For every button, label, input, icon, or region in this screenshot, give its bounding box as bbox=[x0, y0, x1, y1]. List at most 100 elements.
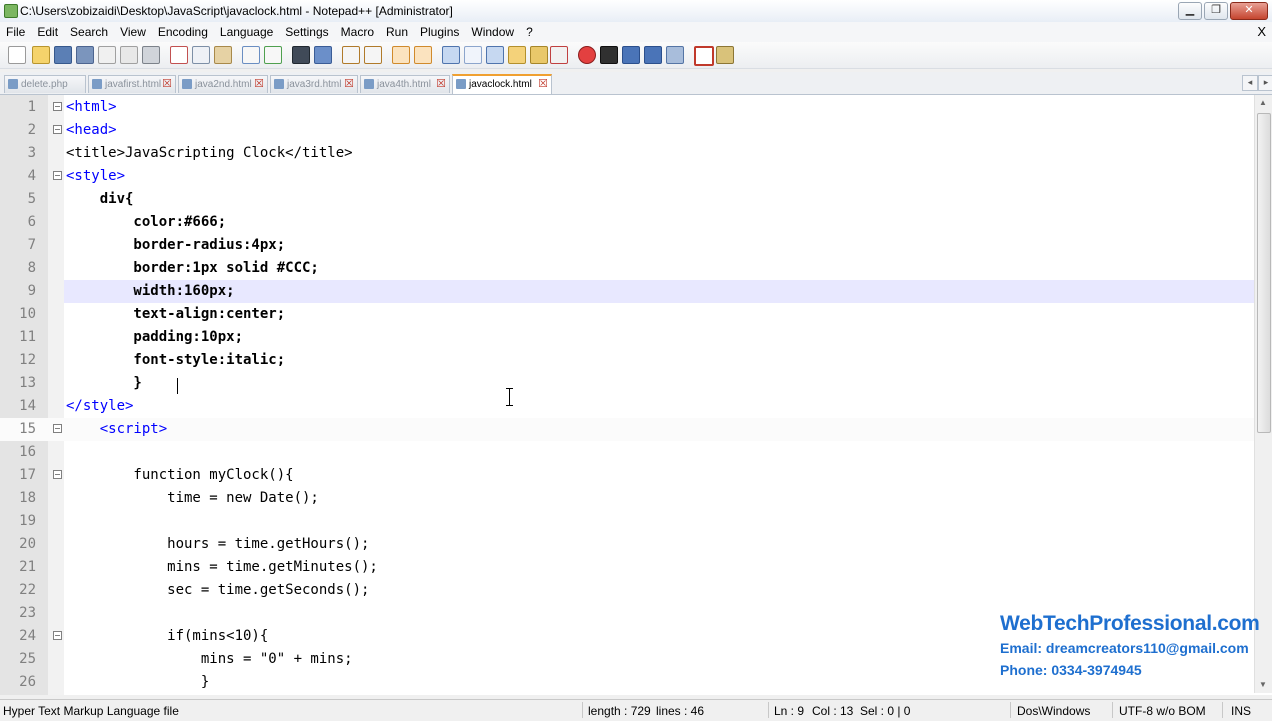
doc-map-icon[interactable] bbox=[530, 46, 548, 64]
close-tab-icon[interactable]: ☒ bbox=[344, 76, 354, 93]
fold-toggle-icon[interactable] bbox=[53, 470, 62, 479]
copy-icon[interactable] bbox=[192, 46, 210, 64]
status-column: Col : 13 bbox=[812, 704, 854, 718]
sync-vertical-icon[interactable] bbox=[392, 46, 410, 64]
watermark: WebTechProfessional.com Email: dreamcrea… bbox=[1000, 612, 1260, 678]
scroll-up-arrow-icon[interactable]: ▲ bbox=[1258, 98, 1268, 108]
run-macro-multiple-icon[interactable] bbox=[644, 46, 662, 64]
file-icon bbox=[92, 79, 102, 89]
close-icon[interactable] bbox=[98, 46, 116, 64]
open-file-icon[interactable] bbox=[32, 46, 50, 64]
fold-toggle-icon[interactable] bbox=[53, 125, 62, 134]
zoom-in-icon[interactable] bbox=[342, 46, 360, 64]
menu-macro[interactable]: Macro bbox=[341, 25, 374, 39]
record-macro-icon[interactable] bbox=[578, 46, 596, 64]
replace-icon[interactable] bbox=[314, 46, 332, 64]
maximize-button[interactable]: ❐ bbox=[1204, 2, 1228, 20]
status-separator bbox=[1010, 702, 1011, 718]
status-length: length : 729 bbox=[588, 704, 651, 718]
status-bar: Hyper Text Markup Language file length :… bbox=[0, 699, 1272, 721]
file-icon bbox=[8, 79, 18, 89]
scroll-down-arrow-icon[interactable]: ▼ bbox=[1258, 680, 1268, 690]
fold-toggle-icon[interactable] bbox=[53, 102, 62, 111]
tab-delete-php[interactable]: delete.php bbox=[4, 75, 86, 93]
menu-edit[interactable]: Edit bbox=[37, 25, 58, 39]
close-button[interactable]: ✕ bbox=[1230, 2, 1268, 20]
tab-java2nd-html[interactable]: java2nd.html ☒ bbox=[178, 75, 268, 93]
mouse-ibeam-cursor-icon bbox=[506, 388, 513, 406]
tab-javafirst-html[interactable]: javafirst.html ☒ bbox=[88, 75, 176, 93]
code-line: 17 function myClock(){ bbox=[19, 467, 294, 483]
code-line: 13 } bbox=[19, 375, 142, 391]
tab-java3rd-html[interactable]: java3rd.html ☒ bbox=[270, 75, 358, 93]
status-eol: Dos\Windows bbox=[1017, 704, 1091, 718]
plugin-icon[interactable] bbox=[716, 46, 734, 64]
status-selection: Sel : 0 | 0 bbox=[860, 704, 911, 718]
fold-toggle-icon[interactable] bbox=[53, 171, 62, 180]
scrollbar-thumb[interactable] bbox=[1257, 113, 1271, 433]
fold-toggle-icon[interactable] bbox=[53, 631, 62, 640]
play-macro-icon[interactable] bbox=[622, 46, 640, 64]
zoom-out-icon[interactable] bbox=[364, 46, 382, 64]
menu-search[interactable]: Search bbox=[70, 25, 108, 39]
window-title: C:\Users\zobizaidi\Desktop\JavaScript\ja… bbox=[20, 4, 453, 18]
close-tab-icon[interactable]: ☒ bbox=[436, 76, 446, 93]
status-filetype: Hyper Text Markup Language file bbox=[3, 704, 179, 718]
menu-view[interactable]: View bbox=[120, 25, 146, 39]
code-line: 10 text-align:center; bbox=[19, 306, 286, 322]
menu-plugins[interactable]: Plugins bbox=[420, 25, 459, 39]
status-separator bbox=[768, 702, 769, 718]
menu-file[interactable]: File bbox=[6, 25, 25, 39]
menu-encoding[interactable]: Encoding bbox=[158, 25, 208, 39]
code-line: 20 hours = time.getHours(); bbox=[19, 536, 370, 552]
close-all-icon[interactable] bbox=[120, 46, 138, 64]
tab-scroll-right-button[interactable]: ▸ bbox=[1258, 75, 1272, 91]
code-line: 3 <title>JavaScripting Clock</title> bbox=[27, 145, 353, 161]
code-line: 9 width:160px; bbox=[27, 283, 235, 299]
menu-settings[interactable]: Settings bbox=[285, 25, 328, 39]
spell-check-icon[interactable] bbox=[694, 46, 714, 66]
cut-icon[interactable] bbox=[170, 46, 188, 64]
vertical-scrollbar[interactable]: ▲ ▼ bbox=[1254, 95, 1272, 693]
print-icon[interactable] bbox=[142, 46, 160, 64]
function-list-icon[interactable] bbox=[550, 46, 568, 64]
code-line: 14 </style> bbox=[19, 398, 134, 414]
tab-java4th-html[interactable]: java4th.html ☒ bbox=[360, 75, 450, 93]
file-icon bbox=[456, 79, 466, 89]
close-tab-icon[interactable]: ☒ bbox=[162, 76, 172, 93]
window-controls: ▁ ❐ ✕ bbox=[1178, 2, 1268, 20]
user-language-icon[interactable] bbox=[508, 46, 526, 64]
save-all-icon[interactable] bbox=[76, 46, 94, 64]
sync-horizontal-icon[interactable] bbox=[414, 46, 432, 64]
stop-record-icon[interactable] bbox=[600, 46, 618, 64]
tab-scroll-left-button[interactable]: ◂ bbox=[1242, 75, 1258, 91]
code-editor[interactable]: 1 <html> 2 <head> 3 <title>JavaScripting… bbox=[0, 95, 1272, 695]
fold-toggle-icon[interactable] bbox=[53, 424, 62, 433]
find-icon[interactable] bbox=[292, 46, 310, 64]
indent-guide-icon[interactable] bbox=[486, 46, 504, 64]
undo-icon[interactable] bbox=[242, 46, 260, 64]
file-icon bbox=[182, 79, 192, 89]
new-file-icon[interactable] bbox=[8, 46, 26, 64]
minimize-button[interactable]: ▁ bbox=[1178, 2, 1202, 20]
code-line: 1 <html> bbox=[27, 99, 117, 115]
menu-language[interactable]: Language bbox=[220, 25, 273, 39]
show-all-chars-icon[interactable] bbox=[464, 46, 482, 64]
redo-icon[interactable] bbox=[264, 46, 282, 64]
save-icon[interactable] bbox=[54, 46, 72, 64]
document-tabs: delete.php javafirst.html ☒ java2nd.html… bbox=[0, 72, 1272, 95]
save-macro-icon[interactable] bbox=[666, 46, 684, 64]
watermark-email: Email: dreamcreators110@gmail.com bbox=[1000, 640, 1249, 656]
tab-javaclock-html[interactable]: javaclock.html ☒ bbox=[452, 74, 552, 94]
text-caret bbox=[177, 378, 178, 394]
paste-icon[interactable] bbox=[214, 46, 232, 64]
menu-run[interactable]: Run bbox=[386, 25, 408, 39]
code-line: 11 padding:10px; bbox=[19, 329, 244, 345]
word-wrap-icon[interactable] bbox=[442, 46, 460, 64]
menu-window[interactable]: Window bbox=[471, 25, 514, 39]
code-line: 15 <script> bbox=[0, 418, 1254, 441]
menu-help[interactable]: ? bbox=[526, 25, 533, 39]
close-tab-icon[interactable]: ☒ bbox=[254, 76, 264, 93]
close-document-button[interactable]: X bbox=[1257, 24, 1266, 39]
close-tab-icon[interactable]: ☒ bbox=[538, 76, 548, 93]
